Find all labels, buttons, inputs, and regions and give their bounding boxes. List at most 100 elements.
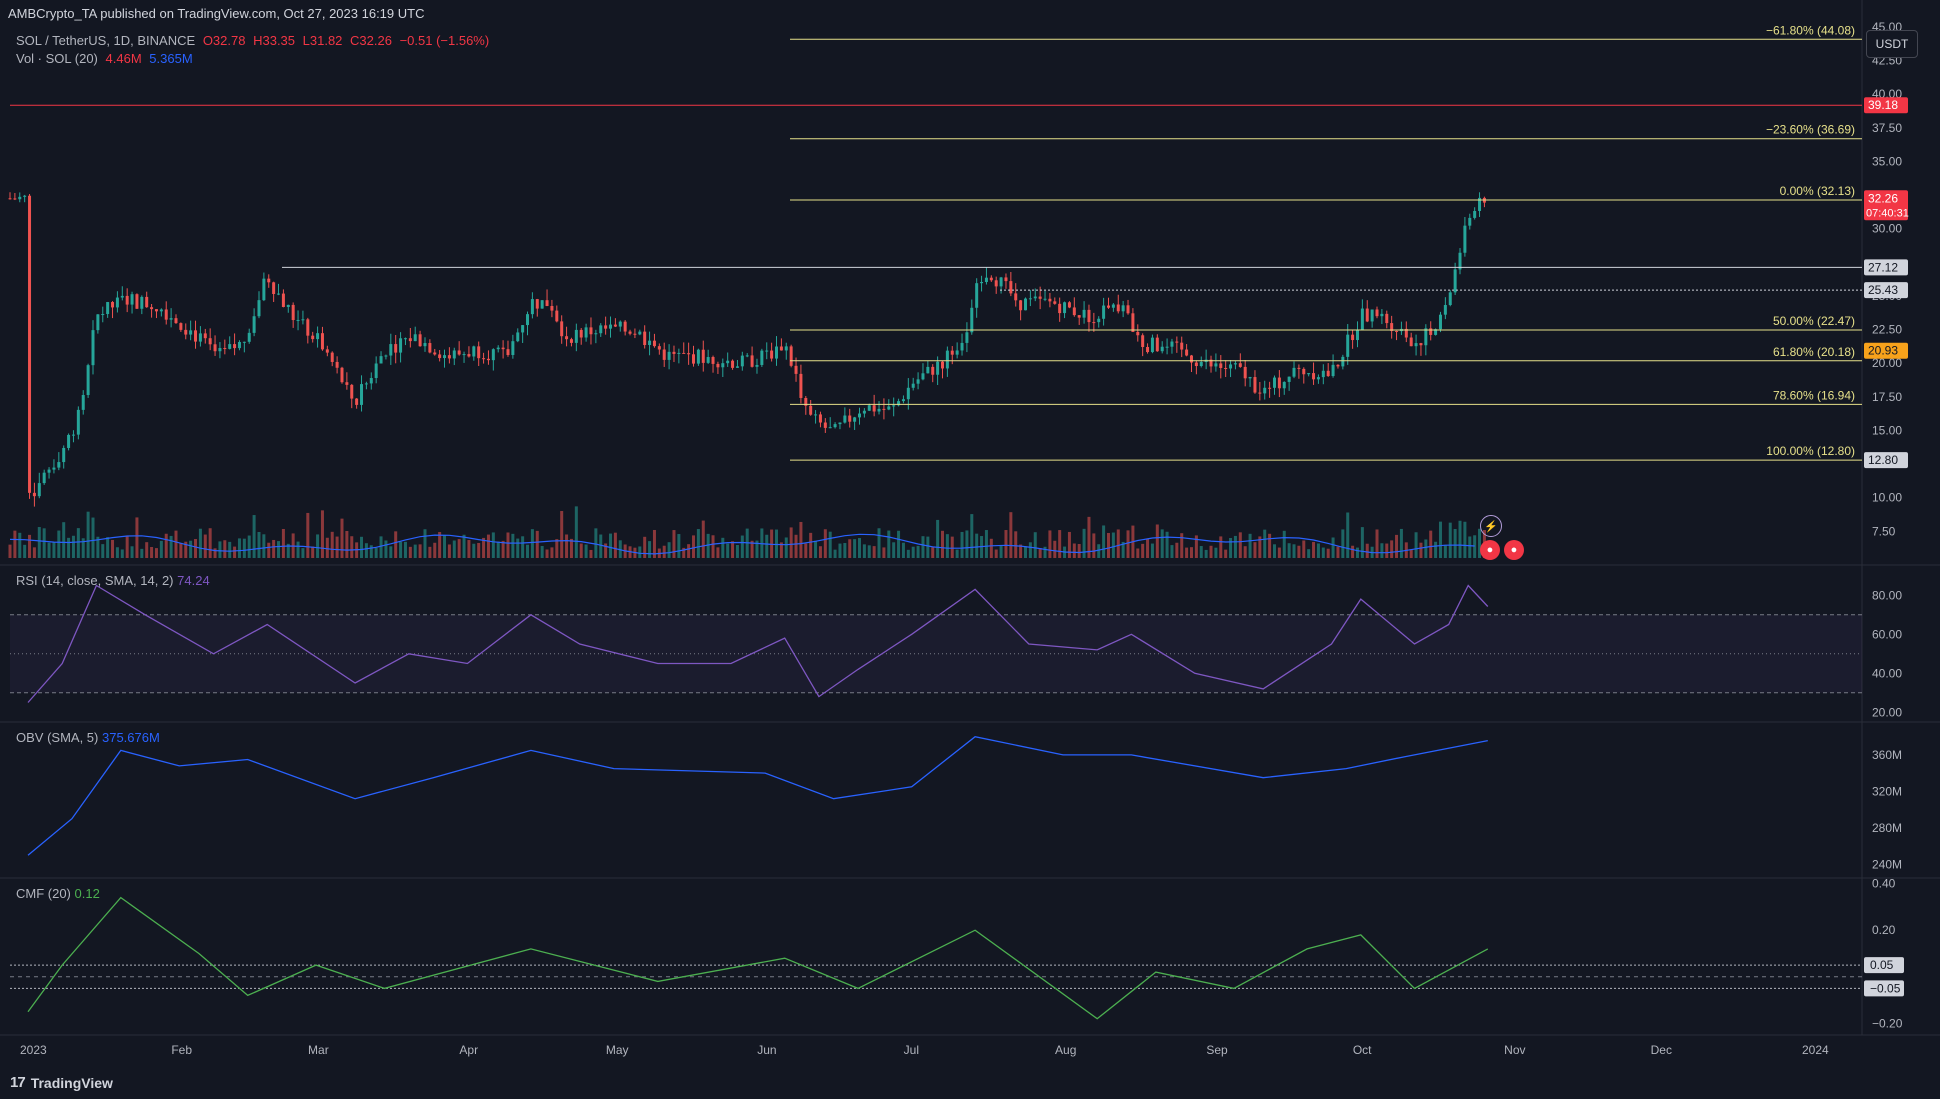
volume-bar (692, 535, 696, 558)
volume-bar (384, 540, 388, 558)
volume-bar (262, 534, 266, 558)
candle-body (1092, 322, 1096, 324)
candle-body (1170, 341, 1174, 347)
candle-body (662, 349, 666, 360)
candle-body (950, 350, 954, 355)
volume-bar (306, 512, 310, 558)
candle-body (892, 405, 896, 407)
candle-body (13, 198, 17, 200)
candle-body (237, 342, 241, 349)
candle-body (994, 280, 998, 287)
candle-body (115, 297, 119, 308)
candle-body (1063, 302, 1067, 314)
candle-body (47, 469, 51, 473)
candle-body (1072, 307, 1076, 316)
candle-body (311, 335, 315, 340)
candle-body (1141, 335, 1145, 348)
volume-bar (569, 538, 573, 558)
candle-body (1077, 315, 1081, 318)
volume-bar (447, 544, 451, 558)
volume-bar (1312, 541, 1316, 558)
time-tick-label: Apr (459, 1043, 478, 1057)
candle-body (1014, 293, 1018, 301)
volume-bar (164, 533, 168, 558)
volume-bar (457, 539, 461, 558)
volume-bar (687, 544, 691, 558)
volume-bar (223, 540, 227, 558)
volume-bar (179, 543, 183, 558)
candle-body (667, 351, 671, 360)
candle-body (1175, 341, 1179, 343)
candle-body (1443, 305, 1447, 315)
candle-body (1463, 225, 1467, 253)
candle-body (1341, 356, 1345, 367)
volume-bar (491, 532, 495, 558)
volume-bar (1268, 533, 1272, 558)
tradingview-logo[interactable]: 17 TradingView (10, 1074, 113, 1091)
rsi-tick-label: 80.00 (1872, 588, 1902, 602)
volume-bar (1326, 548, 1330, 558)
volume-bar (1229, 537, 1233, 558)
candle-body (657, 346, 661, 350)
candle-body (443, 355, 447, 359)
candle-body (1409, 337, 1413, 347)
volume-bar (599, 534, 603, 558)
volume-bar (150, 546, 154, 558)
volume-label: Vol · SOL (20) (16, 51, 98, 66)
volume-bar (936, 519, 940, 558)
candle-body (159, 309, 163, 312)
candle-body (609, 324, 613, 329)
volume-bar (1331, 537, 1335, 558)
cmf-band-tag-label: 0.05 (1870, 958, 1894, 972)
volume-bar (145, 542, 149, 558)
volume-bar (765, 534, 769, 558)
time-tick-label: Jun (757, 1043, 776, 1057)
candle-body (999, 277, 1003, 287)
volume-bar (1189, 547, 1193, 558)
candle-body (399, 338, 403, 353)
volume-bar (872, 546, 876, 558)
volume-bar (818, 546, 822, 558)
volume-bar (76, 528, 80, 558)
volume-bar (1355, 547, 1359, 558)
candle-body (706, 357, 710, 363)
candle-body (281, 293, 285, 307)
candle-body (882, 408, 886, 410)
currency-button[interactable]: USDT (1866, 30, 1918, 58)
candle-body (692, 354, 696, 364)
us-flag-icon-2[interactable]: ● (1504, 540, 1524, 560)
candle-body (906, 387, 910, 400)
volume-bar (1380, 543, 1384, 558)
candle-body (330, 352, 334, 362)
candle-body (296, 319, 300, 321)
fib-level-label: 61.80% (20.18) (1773, 345, 1855, 359)
candle-body (638, 331, 642, 335)
volume-bar (984, 530, 988, 558)
volume-bar (775, 529, 779, 558)
volume-bar (716, 547, 720, 558)
volume-bar (1385, 543, 1389, 558)
candle-body (989, 277, 993, 281)
volume-bar (540, 545, 544, 558)
candle-body (1155, 337, 1159, 352)
candle-body (228, 344, 232, 349)
volume-bar (594, 528, 598, 558)
candle-body (980, 281, 984, 284)
candle-body (574, 329, 578, 343)
volume-bar (1448, 522, 1452, 558)
chart-canvas[interactable]: 45.0042.5040.0037.5035.0030.0025.0022.50… (0, 0, 1940, 1099)
candle-body (1224, 367, 1228, 369)
candle-body (936, 361, 940, 375)
candle-body (438, 354, 442, 359)
volume-bar (887, 530, 891, 558)
candle-body (731, 360, 735, 368)
candle-body (628, 331, 632, 334)
candle-body (477, 346, 481, 359)
candle-body (179, 323, 183, 330)
lightning-icon[interactable]: ⚡ (1480, 515, 1502, 537)
volume-bar (277, 541, 281, 558)
volume-bar (1126, 530, 1130, 558)
us-flag-icon[interactable]: ● (1480, 540, 1500, 560)
candle-body (1146, 347, 1150, 353)
candle-body (482, 358, 486, 360)
